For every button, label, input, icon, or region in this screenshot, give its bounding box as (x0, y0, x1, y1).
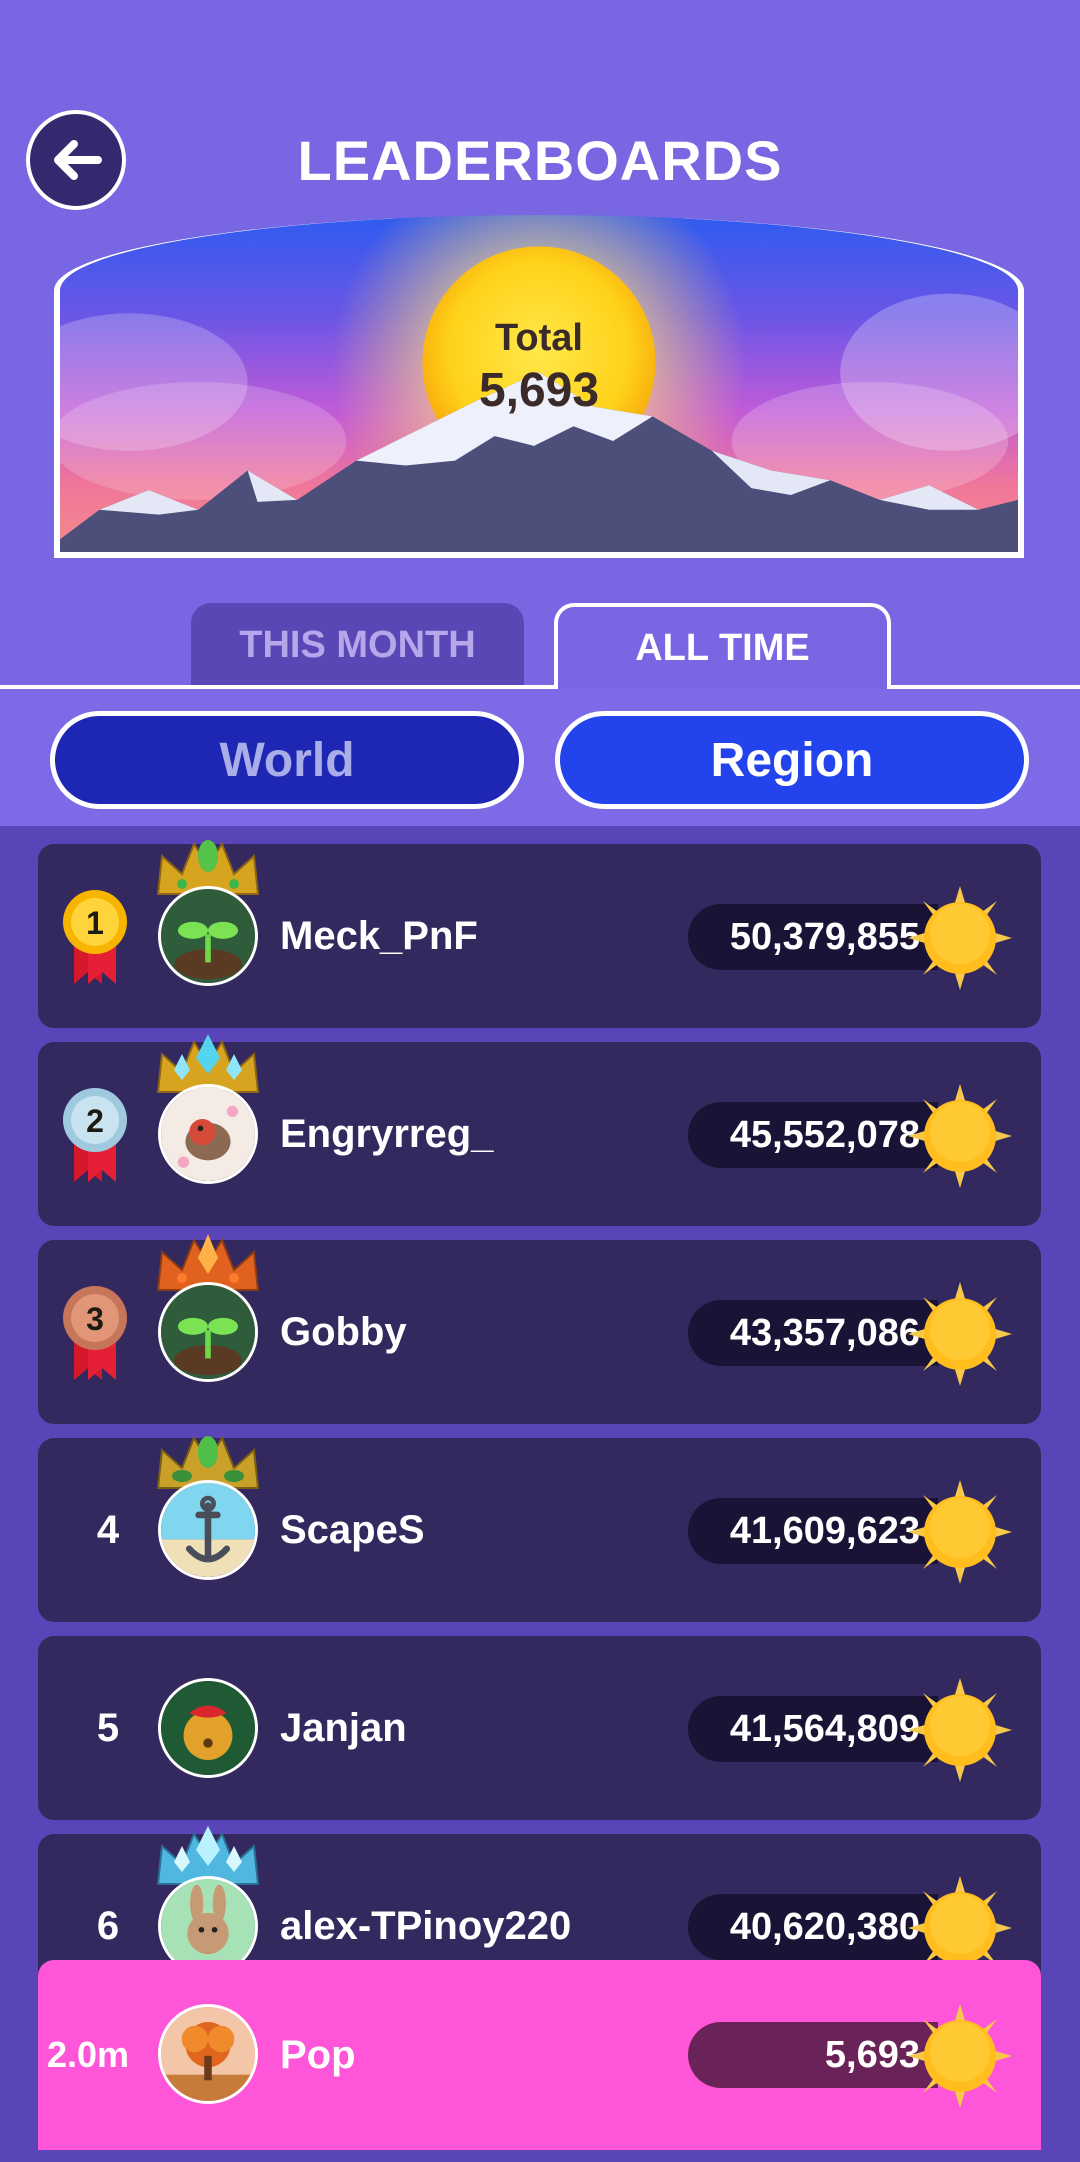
sun-icon (908, 886, 1012, 990)
total-label: Total (495, 317, 583, 359)
leaderboard-row[interactable]: 3 Gobby 43,357,086 (38, 1234, 1041, 1424)
avatar[interactable] (158, 1084, 258, 1184)
avatar[interactable] (158, 1480, 258, 1580)
player-score: 41,564,809 (688, 1696, 938, 1762)
svg-text:3: 3 (86, 1301, 104, 1337)
player-score: 50,379,855 (688, 904, 938, 970)
player-score: 5,693 (688, 2022, 938, 2088)
leaderboards-screen: LEADERBOARDS Total 5,693 THIS MONTH ALL … (0, 0, 1080, 2162)
region-filter-button[interactable]: Region (555, 711, 1029, 809)
sun-icon (908, 1480, 1012, 1584)
leaderboard-row[interactable]: 4 ScapeS 41,609,623 (38, 1435, 1041, 1622)
player-name: Pop (280, 2032, 356, 2077)
gold-medal-icon: 1 (58, 888, 132, 988)
current-player-row[interactable]: 2.0m Pop 5,693 (38, 1960, 1041, 2150)
rank-number: 5 (96, 1705, 120, 1750)
leaderboard-row[interactable]: 5 Janjan 41,564,809 (38, 1636, 1041, 1820)
tab-all-time[interactable]: ALL TIME (554, 603, 891, 689)
tab-this-month[interactable]: THIS MONTH (191, 603, 524, 687)
avatar[interactable] (158, 886, 258, 986)
player-name: Gobby (280, 1309, 407, 1354)
total-score-banner: Total 5,693 (54, 215, 1024, 558)
avatar[interactable] (158, 1282, 258, 1382)
player-score: 41,609,623 (688, 1498, 938, 1564)
player-name: Meck_PnF (280, 913, 478, 958)
avatar[interactable] (158, 1678, 258, 1778)
scope-filter-bar: World Region (0, 689, 1080, 826)
page-title: LEADERBOARDS (297, 129, 783, 192)
rank-number: 4 (96, 1507, 120, 1552)
player-name: Engryrreg_ (280, 1111, 494, 1156)
world-filter-button[interactable]: World (50, 711, 524, 809)
leaderboard-row[interactable]: 1 Meck_PnF 50,379,855 (38, 840, 1041, 1028)
avatar[interactable] (158, 2004, 258, 2104)
player-score: 40,620,380 (688, 1894, 938, 1960)
player-name: ScapeS (280, 1507, 425, 1552)
player-name: Janjan (280, 1705, 407, 1750)
sun-icon (908, 1282, 1012, 1386)
player-score: 43,357,086 (688, 1300, 938, 1366)
player-score: 45,552,078 (688, 1102, 938, 1168)
sun-icon (908, 2004, 1012, 2108)
rank-number: 2.0m (46, 2034, 130, 2075)
silver-medal-icon: 2 (58, 1086, 132, 1186)
svg-text:2: 2 (86, 1103, 104, 1139)
sun-icon (908, 1084, 1012, 1188)
bronze-medal-icon: 3 (58, 1284, 132, 1384)
sun-icon (908, 1678, 1012, 1782)
svg-text:1: 1 (86, 905, 104, 941)
leaderboard-row[interactable]: 2 Engryrreg_ 45,552,078 (38, 1034, 1041, 1226)
total-value: 5,693 (478, 364, 600, 417)
